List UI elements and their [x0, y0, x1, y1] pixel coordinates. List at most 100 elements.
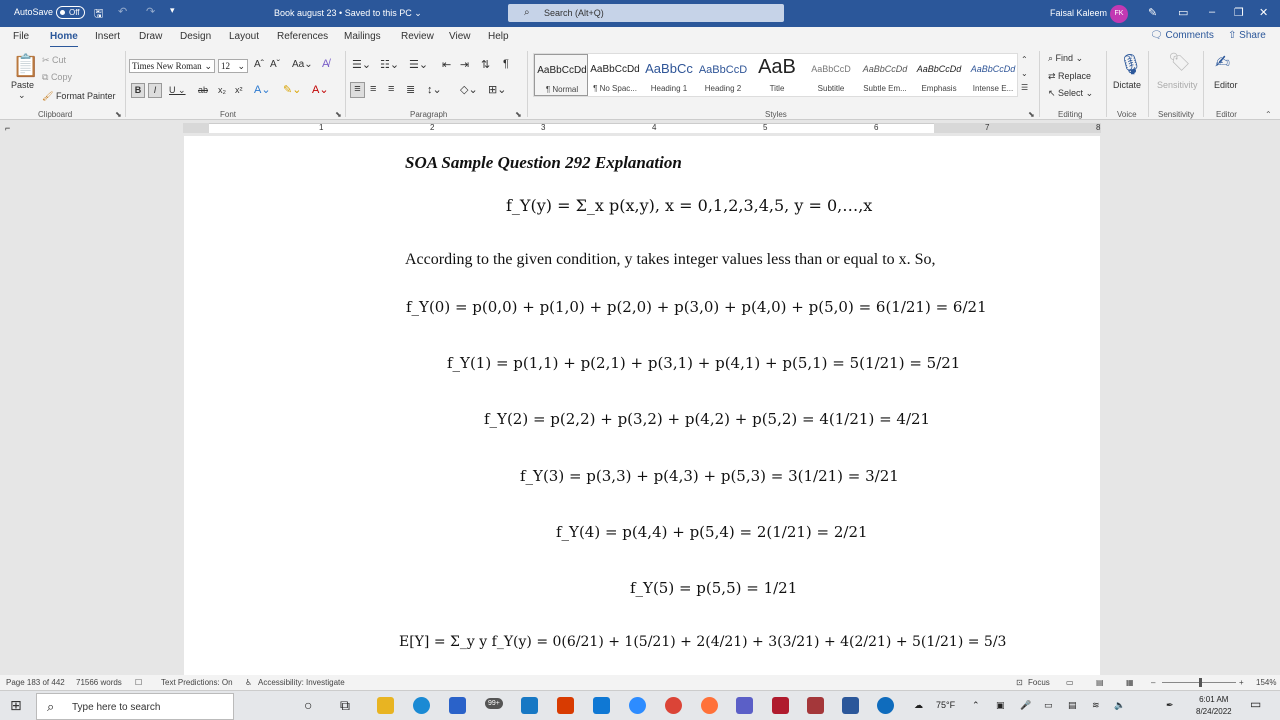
select-button[interactable]: ↖ Select ⌄	[1048, 88, 1093, 99]
clock[interactable]: 6:01 AM 8/24/2022	[1196, 694, 1232, 718]
microphone-icon[interactable]: 🎤	[1020, 700, 1031, 711]
comments-button[interactable]: 🗨 Comments	[1150, 30, 1214, 41]
focus-mode[interactable]: Focus	[1028, 678, 1050, 687]
volume-icon[interactable]: 🔈	[1114, 700, 1125, 711]
page-indicator[interactable]: Page 183 of 442	[6, 678, 65, 687]
editor-button[interactable]: Editor	[1214, 80, 1238, 90]
tab-file[interactable]: File	[13, 31, 29, 42]
numbering-icon[interactable]: ☷⌄	[380, 58, 399, 71]
sort-icon[interactable]: ⇅	[481, 58, 490, 71]
font-size-dropdown[interactable]: 12 ⌄	[218, 59, 248, 73]
zoom-out-icon[interactable]: –	[1151, 678, 1155, 687]
web-layout-icon[interactable]: ▦	[1126, 678, 1134, 687]
minimize-icon[interactable]: –	[1209, 6, 1215, 18]
tab-layout[interactable]: Layout	[229, 31, 259, 42]
text-predictions[interactable]: Text Predictions: On	[161, 678, 233, 687]
style-intense-emphasis[interactable]: AaBbCcDd Intense E...	[966, 54, 1020, 96]
style-normal[interactable]: AaBbCcDd ¶ Normal	[534, 54, 588, 96]
notifications-icon[interactable]: ▭	[1250, 697, 1261, 711]
align-left-icon[interactable]: ≡	[350, 82, 365, 98]
tab-design[interactable]: Design	[180, 31, 211, 42]
save-icon[interactable]: 🖫	[94, 5, 103, 24]
office-icon[interactable]	[557, 697, 574, 714]
align-right-icon[interactable]: ≡	[388, 83, 394, 95]
proofing-icon[interactable]: ☐	[135, 678, 142, 687]
styles-launcher-icon[interactable]: ⬊	[1028, 110, 1035, 119]
multilevel-list-icon[interactable]: ☰⌄	[409, 58, 428, 71]
text-effects-icon[interactable]: A⌄	[254, 83, 271, 96]
font-name-dropdown[interactable]: Times New Roman ⌄	[129, 59, 215, 73]
clipboard-launcher-icon[interactable]: ⬊	[115, 110, 122, 119]
paragraph-launcher-icon[interactable]: ⬊	[515, 110, 522, 119]
store-icon[interactable]	[449, 697, 466, 714]
tab-view[interactable]: View	[449, 31, 471, 42]
highlight-icon[interactable]: ✎⌄	[283, 83, 301, 96]
borders-icon[interactable]: ⊞⌄	[488, 83, 506, 96]
app-icon[interactable]	[877, 697, 894, 714]
accessibility-status[interactable]: Accessibility: Investigate	[258, 678, 345, 687]
focus-icon[interactable]: ⊡	[1016, 678, 1023, 687]
undo-icon[interactable]: ↶	[118, 5, 127, 18]
styles-more-icon[interactable]: ☰	[1021, 83, 1028, 92]
weather-temp[interactable]: 75°F	[936, 700, 955, 710]
paste-dropdown-icon[interactable]: ⌄	[18, 90, 26, 101]
change-case-icon[interactable]: Aa⌄	[292, 59, 313, 70]
zoom-app-icon[interactable]	[629, 697, 646, 714]
weather-icon[interactable]: ☁	[914, 700, 923, 711]
tab-draw[interactable]: Draw	[139, 31, 162, 42]
document-title[interactable]: Book august 23 • Saved to this PC ⌄	[274, 8, 422, 19]
pen-icon[interactable]: ✒	[1166, 700, 1174, 711]
edge-icon[interactable]	[413, 697, 430, 714]
app-icon[interactable]	[593, 697, 610, 714]
style-heading-2[interactable]: AaBbCcD Heading 2	[696, 54, 750, 96]
close-icon[interactable]: ✕	[1259, 6, 1268, 19]
ribbon-display-icon[interactable]: ▭	[1178, 6, 1188, 19]
taskbar-search[interactable]: ⌕ Type here to search	[36, 693, 234, 720]
shading-icon[interactable]: ◇⌄	[460, 83, 478, 96]
app-icon[interactable]	[521, 697, 538, 714]
task-view-icon[interactable]: ⧉	[340, 697, 350, 714]
zoom-slider-thumb[interactable]	[1199, 678, 1202, 687]
align-center-icon[interactable]: ≡	[370, 83, 376, 95]
tray-app-icon[interactable]: ▭	[1044, 700, 1053, 711]
tab-references[interactable]: References	[277, 31, 328, 42]
tray-app-icon[interactable]: ▣	[996, 700, 1005, 711]
redo-icon[interactable]: ↷	[146, 5, 155, 18]
windows-start-icon[interactable]: ⊞	[10, 697, 22, 714]
bullets-icon[interactable]: ☰⌄	[352, 58, 371, 71]
decrease-indent-icon[interactable]: ⇤	[442, 58, 451, 71]
style-subtle-emphasis[interactable]: AaBbCcDd Subtle Em...	[858, 54, 912, 96]
chevron-up-icon[interactable]: ⌃	[972, 700, 980, 711]
copy-button[interactable]: ⧉ Copy	[42, 72, 72, 83]
font-color-icon[interactable]: A⌄	[312, 83, 329, 96]
powerpoint-icon[interactable]	[807, 697, 824, 714]
style-emphasis[interactable]: AaBbCcDd Emphasis	[912, 54, 966, 96]
styles-scroll-up-icon[interactable]: ⌃	[1021, 55, 1028, 64]
zoom-level[interactable]: 154%	[1256, 678, 1276, 687]
avatar[interactable]: FK	[1110, 5, 1128, 23]
paste-icon[interactable]: 📋	[12, 53, 39, 79]
wifi-icon[interactable]: ≋	[1092, 700, 1100, 711]
subscript-icon[interactable]: x₂	[218, 85, 226, 95]
chrome-icon[interactable]	[665, 697, 682, 714]
word-count[interactable]: 71566 words	[76, 678, 122, 687]
tab-help[interactable]: Help	[488, 31, 509, 42]
grow-font-icon[interactable]: Aˆ	[254, 59, 264, 70]
increase-indent-icon[interactable]: ⇥	[460, 58, 469, 71]
clear-formatting-icon[interactable]: A̸	[322, 58, 329, 70]
style-subtitle[interactable]: AaBbCcD Subtitle	[804, 54, 858, 96]
justify-icon[interactable]: ≣	[406, 83, 415, 96]
sensitivity-button[interactable]: Sensitivity	[1157, 80, 1198, 90]
word-icon[interactable]	[842, 697, 859, 714]
tab-selector-icon[interactable]: ⌐	[5, 123, 10, 133]
print-layout-icon[interactable]: ▤	[1096, 678, 1104, 687]
italic-icon[interactable]: I	[148, 83, 162, 98]
dictate-button[interactable]: Dictate	[1113, 80, 1141, 90]
file-explorer-icon[interactable]	[377, 697, 394, 714]
line-spacing-icon[interactable]: ↕⌄	[427, 83, 442, 96]
superscript-icon[interactable]: x²	[235, 85, 243, 95]
document-page[interactable]: SOA Sample Question 292 Explanation f_Y(…	[184, 136, 1100, 675]
show-formatting-icon[interactable]: ¶	[503, 58, 509, 70]
font-launcher-icon[interactable]: ⬊	[335, 110, 342, 119]
style-heading-1[interactable]: AaBbCc Heading 1	[642, 54, 696, 96]
